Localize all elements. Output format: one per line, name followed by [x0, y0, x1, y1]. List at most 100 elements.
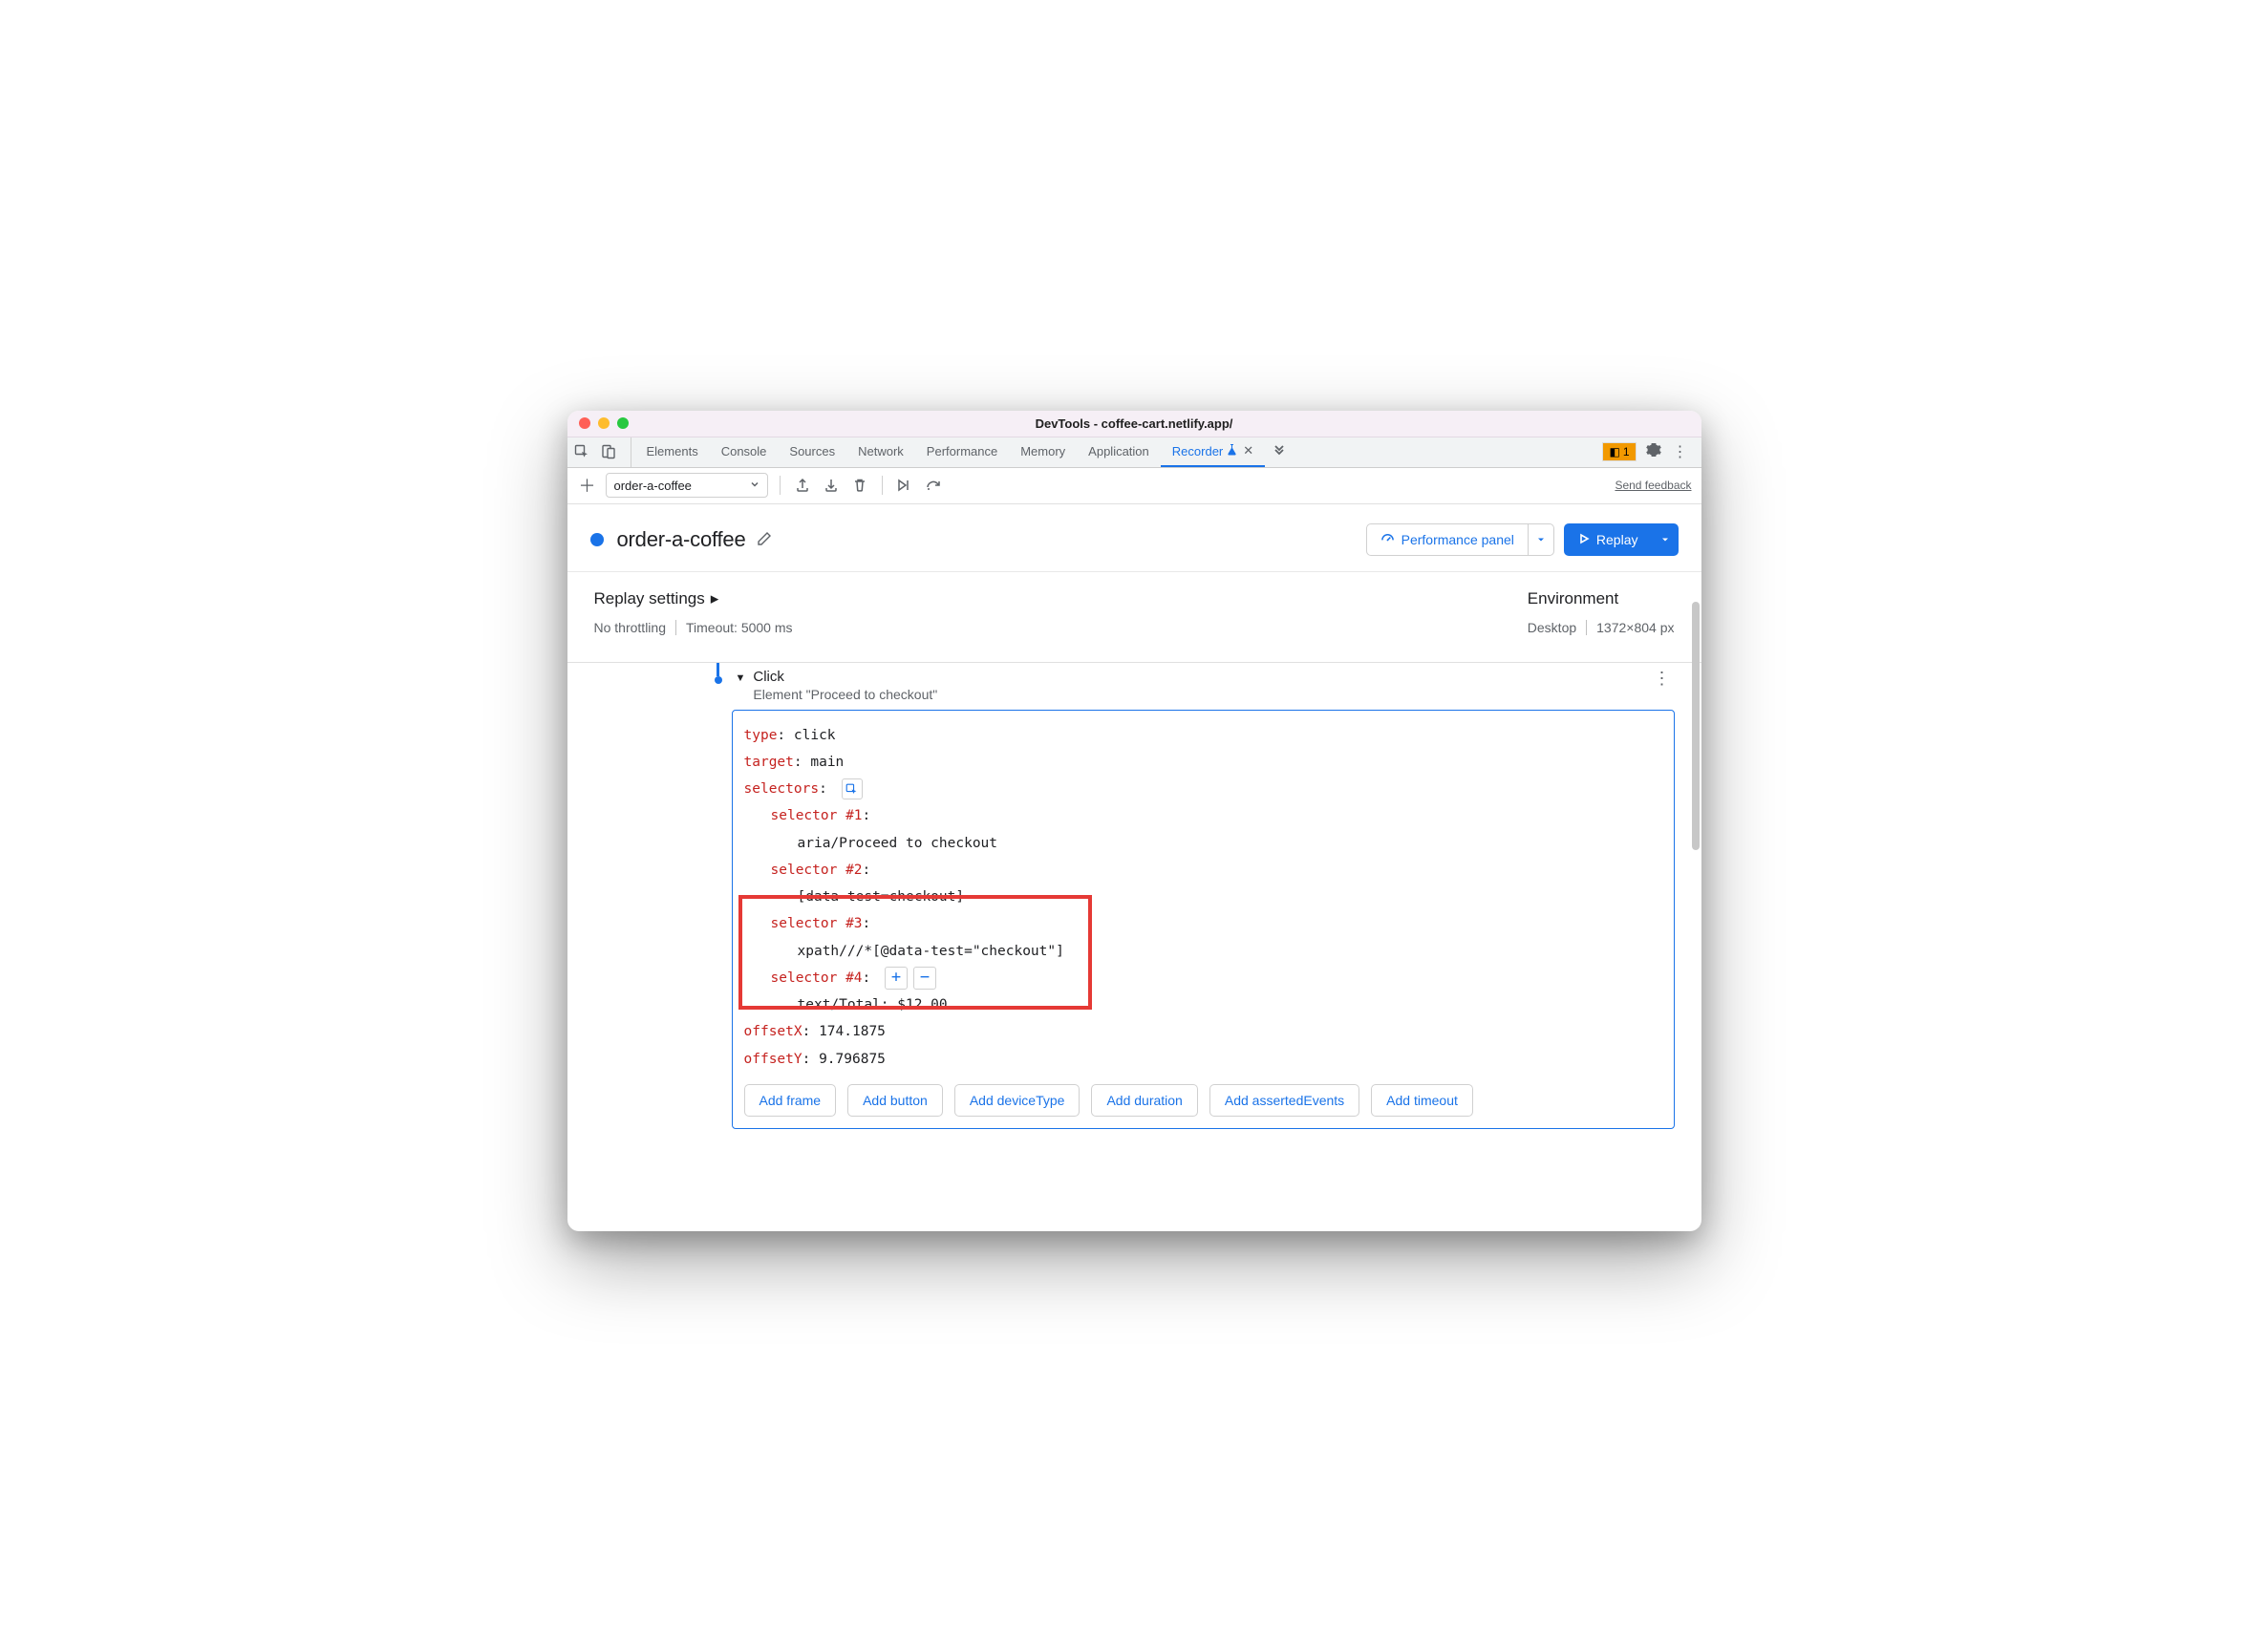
- send-feedback-link[interactable]: Send feedback: [1615, 479, 1691, 492]
- settings-row: Replay settings ▸ No throttling Timeout:…: [567, 572, 1701, 663]
- separator: [1586, 620, 1587, 635]
- window-minimize-button[interactable]: [598, 417, 610, 429]
- tab-performance[interactable]: Performance: [915, 437, 1009, 467]
- selector-2-value[interactable]: [data-test=checkout]: [744, 884, 1662, 910]
- selector-3-value[interactable]: xpath///*[@data-test="checkout"]: [744, 938, 1662, 965]
- recording-header: order-a-coffee Performance panel: [567, 504, 1701, 572]
- selectors-key: selectors: [744, 781, 820, 797]
- chevron-down-icon: [750, 480, 760, 492]
- devtools-window: DevTools - coffee-cart.netlify.app/ Elem…: [567, 411, 1701, 1231]
- inspect-element-icon[interactable]: [573, 443, 590, 460]
- recording-title: order-a-coffee: [617, 527, 746, 552]
- titlebar: DevTools - coffee-cart.netlify.app/: [567, 411, 1701, 437]
- replay-caret[interactable]: [1653, 523, 1679, 556]
- step-play-icon[interactable]: [894, 475, 915, 496]
- replay-label: Replay: [1596, 532, 1638, 547]
- add-devicetype-button[interactable]: Add deviceType: [954, 1084, 1081, 1117]
- traffic-lights: [567, 417, 629, 429]
- steps-area: ▼ Click Element "Proceed to checkout" ⋮ …: [567, 663, 1701, 1231]
- add-duration-button[interactable]: Add duration: [1091, 1084, 1197, 1117]
- kebab-menu-icon[interactable]: ⋮: [1671, 442, 1690, 461]
- step-over-icon[interactable]: [923, 475, 944, 496]
- export-icon[interactable]: [792, 475, 813, 496]
- selector-3-row: selector #3:: [744, 910, 1662, 937]
- window-close-button[interactable]: [579, 417, 590, 429]
- selector-2-key: selector #2: [771, 863, 863, 878]
- add-assertedevents-button[interactable]: Add assertedEvents: [1209, 1084, 1359, 1117]
- add-button-button[interactable]: Add button: [847, 1084, 943, 1117]
- scrollbar[interactable]: [1692, 602, 1700, 850]
- performance-panel-caret[interactable]: [1529, 523, 1554, 556]
- add-selector-button[interactable]: +: [885, 967, 908, 990]
- target-value[interactable]: main: [810, 755, 844, 770]
- delete-icon[interactable]: [849, 475, 870, 496]
- recording-select[interactable]: order-a-coffee: [606, 473, 768, 498]
- replay-settings-values: No throttling Timeout: 5000 ms: [594, 620, 793, 635]
- tab-network[interactable]: Network: [846, 437, 915, 467]
- performance-panel-label: Performance panel: [1401, 532, 1514, 547]
- selector-3-key: selector #3: [771, 916, 863, 931]
- flask-icon: [1227, 444, 1237, 458]
- step-kebab-menu-icon[interactable]: ⋮: [1654, 669, 1675, 689]
- caret-right-icon: ▸: [711, 589, 719, 608]
- gauge-icon: [1380, 531, 1395, 548]
- target-key: target: [744, 755, 794, 770]
- replay-button[interactable]: Replay: [1564, 523, 1653, 556]
- replay-group: Replay: [1564, 523, 1679, 556]
- tab-application[interactable]: Application: [1077, 437, 1161, 467]
- step-subtitle: Element "Proceed to checkout": [753, 687, 937, 702]
- type-key: type: [744, 728, 778, 743]
- replay-settings-label: Replay settings: [594, 589, 705, 608]
- environment-values: Desktop 1372×804 px: [1528, 620, 1675, 635]
- tab-memory[interactable]: Memory: [1009, 437, 1077, 467]
- separator: [675, 620, 676, 635]
- tab-recorder-label: Recorder: [1172, 444, 1223, 458]
- selector-2-row: selector #2:: [744, 857, 1662, 884]
- device-toolbar-icon[interactable]: [600, 443, 617, 460]
- step-body: type: click target: main selectors: sele…: [732, 710, 1675, 1129]
- selector-4-key: selector #4: [771, 970, 863, 986]
- new-recording-button[interactable]: ＋: [577, 475, 598, 496]
- tab-console[interactable]: Console: [710, 437, 779, 467]
- tab-elements[interactable]: Elements: [635, 437, 710, 467]
- selector-4-value[interactable]: text/Total: $12.00: [744, 991, 1662, 1018]
- replay-settings-heading[interactable]: Replay settings ▸: [594, 589, 793, 608]
- add-frame-button[interactable]: Add frame: [744, 1084, 837, 1117]
- more-tabs-button[interactable]: [1265, 437, 1294, 467]
- import-icon[interactable]: [821, 475, 842, 496]
- tab-strip: Elements Console Sources Network Perform…: [567, 437, 1701, 468]
- device-value: Desktop: [1528, 620, 1576, 635]
- window-maximize-button[interactable]: [617, 417, 629, 429]
- type-value[interactable]: click: [794, 728, 836, 743]
- selector-4-row: selector #4: + −: [744, 965, 1662, 991]
- timeout-value: Timeout: 5000 ms: [686, 620, 793, 635]
- tab-sources[interactable]: Sources: [778, 437, 846, 467]
- step-title: Click: [753, 669, 937, 685]
- add-timeout-button[interactable]: Add timeout: [1371, 1084, 1473, 1117]
- tab-recorder[interactable]: Recorder ✕: [1161, 437, 1265, 467]
- close-icon[interactable]: ✕: [1243, 443, 1253, 458]
- settings-gear-icon[interactable]: [1644, 442, 1663, 462]
- target-row: target: main: [744, 749, 1662, 776]
- add-buttons-row: Add frame Add button Add deviceType Add …: [744, 1084, 1662, 1117]
- selector-1-row: selector #1:: [744, 802, 1662, 829]
- step-header[interactable]: ▼ Click Element "Proceed to checkout" ⋮: [736, 663, 1675, 710]
- selector-1-value[interactable]: aria/Proceed to checkout: [744, 830, 1662, 857]
- offsetx-value[interactable]: 174.1875: [819, 1024, 886, 1039]
- performance-panel-button[interactable]: Performance panel: [1366, 523, 1529, 556]
- offsety-key: offsetY: [744, 1052, 802, 1067]
- issues-badge[interactable]: ◧ 1: [1602, 442, 1636, 461]
- recording-select-value: order-a-coffee: [614, 479, 692, 493]
- edit-icon[interactable]: [757, 531, 774, 548]
- play-icon: [1578, 532, 1590, 547]
- offsety-value[interactable]: 9.796875: [819, 1052, 886, 1067]
- offsetx-row: offsetX: 174.1875: [744, 1018, 1662, 1045]
- viewport-value: 1372×804 px: [1596, 620, 1674, 635]
- remove-selector-button[interactable]: −: [913, 967, 936, 990]
- warning-icon: ◧: [1609, 445, 1619, 458]
- status-dot-icon: [590, 533, 604, 546]
- timeline-dot-icon: [715, 676, 722, 684]
- element-picker-button[interactable]: [842, 778, 863, 799]
- type-row: type: click: [744, 722, 1662, 749]
- performance-panel-group: Performance panel: [1366, 523, 1554, 556]
